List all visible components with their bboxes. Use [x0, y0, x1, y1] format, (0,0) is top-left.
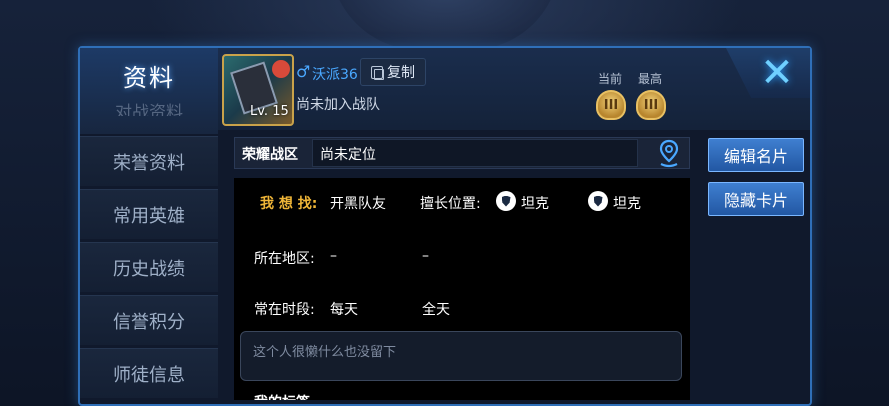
time-value-2: 全天	[422, 302, 450, 318]
highest-rank-label: 最高	[638, 72, 663, 86]
copy-icon	[371, 65, 384, 80]
copy-button-label: 复制	[387, 65, 415, 81]
edit-card-button[interactable]: 编辑名片	[708, 138, 804, 172]
current-rank-label: 当前	[598, 72, 623, 86]
time-value-1: 每天	[330, 302, 358, 318]
looking-for-value: 开黑队友	[330, 196, 386, 212]
avatar-dragon-art	[272, 60, 290, 78]
tank-role-icon	[496, 191, 516, 211]
position-value-1: 坦克	[521, 196, 549, 212]
team-status: 尚未加入战队	[296, 97, 380, 113]
copy-button[interactable]: 复制	[360, 58, 426, 86]
sidebar-title: 资料	[123, 64, 175, 92]
highest-rank-badge-icon[interactable]: III	[636, 90, 666, 120]
sidebar-item-mentor[interactable]: 师徒信息	[80, 348, 218, 398]
current-rank-badge-icon[interactable]: III	[596, 90, 626, 120]
time-label: 常在时段:	[254, 302, 315, 318]
honor-zone-value: 尚未定位	[320, 147, 376, 163]
close-icon: ✕	[760, 50, 794, 96]
player-name: 沃派36	[312, 67, 358, 83]
male-icon: ♂	[296, 62, 311, 81]
honor-zone-label: 荣耀战区	[242, 147, 298, 163]
level-label: Lv. 15	[250, 104, 289, 119]
signature-field[interactable]: 这个人很懒什么也没留下	[240, 331, 682, 381]
position-value-2: 坦克	[613, 196, 641, 212]
location-pin-icon[interactable]	[656, 138, 682, 168]
region-value-1: –	[330, 248, 337, 264]
sidebar-item-honor[interactable]: 荣誉资料	[80, 136, 218, 186]
region-value-2: –	[422, 248, 429, 264]
tank-role-icon	[588, 191, 608, 211]
position-label: 擅长位置:	[420, 196, 481, 212]
looking-for-label: 我 想 找:	[260, 196, 318, 212]
sidebar-item-history[interactable]: 历史战绩	[80, 242, 218, 292]
sidebar-item-battle-data[interactable]: 对战资料	[80, 98, 218, 116]
sidebar-item-credit[interactable]: 信誉积分	[80, 295, 218, 345]
tags-title: 我的标签	[254, 392, 310, 400]
region-label: 所在地区:	[254, 251, 315, 267]
hide-card-button[interactable]: 隐藏卡片	[708, 182, 804, 216]
sidebar-item-common-heroes[interactable]: 常用英雄	[80, 189, 218, 239]
